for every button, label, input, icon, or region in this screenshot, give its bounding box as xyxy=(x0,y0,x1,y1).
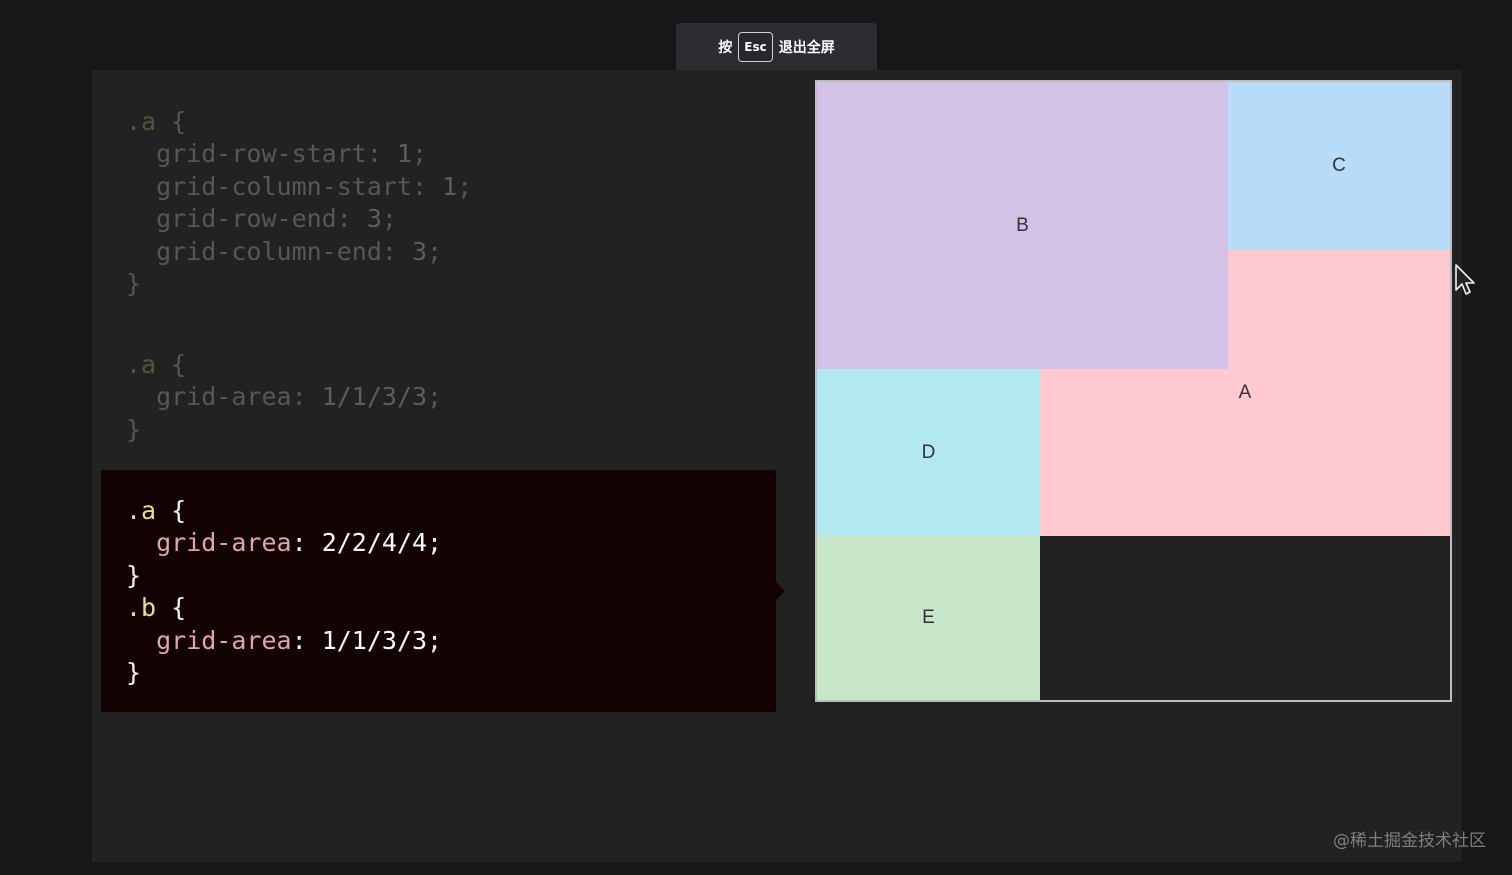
code-token: grid-column-start xyxy=(126,171,412,201)
code-token: : xyxy=(336,204,367,234)
grid-item-e: E xyxy=(817,536,1040,700)
code-token: } xyxy=(126,268,142,298)
code-line: grid-column-start: 1; xyxy=(126,171,472,203)
code-token: ; xyxy=(427,382,443,412)
code-line: } xyxy=(126,560,442,592)
slide-stage: .a { grid-row-start: 1; grid-column-star… xyxy=(92,70,1462,862)
grid-item-label: D xyxy=(921,441,936,463)
code-block-active: .a { grid-area: 2/2/4/4;} .b { grid-area:… xyxy=(126,495,442,689)
code-token: { xyxy=(156,496,187,525)
code-token: : xyxy=(366,139,397,169)
code-token: .b xyxy=(126,593,157,623)
code-line: } xyxy=(126,657,442,689)
code-token: grid-column-end xyxy=(126,236,382,266)
esc-key[interactable]: Esc xyxy=(738,32,773,62)
code-token: grid-area xyxy=(126,382,292,412)
code-token: 1 xyxy=(396,139,412,169)
code-token: .a xyxy=(126,496,157,525)
code-line: grid-area: 1/1/3/3; xyxy=(126,625,442,657)
panel-pointer xyxy=(776,582,785,600)
code-token: ; xyxy=(457,171,473,201)
code-block-longhand: .a { grid-row-start: 1; grid-column-star… xyxy=(126,106,472,300)
grid-item-d: D xyxy=(817,369,1040,536)
code-line: } xyxy=(126,268,472,300)
grid-demo: B C A D E xyxy=(815,80,1452,702)
exit-fullscreen-hint: 按 Esc 退出全屏 xyxy=(676,23,877,71)
code-token: 3 xyxy=(366,204,382,234)
grid-item-label: B xyxy=(1016,214,1029,236)
code-line: .b { xyxy=(126,592,442,624)
code-token: : xyxy=(381,236,412,266)
code-line: .a { xyxy=(126,495,442,527)
code-token: 1 xyxy=(442,171,458,201)
grid-item-c: C xyxy=(1228,82,1450,250)
hint-suffix: 退出全屏 xyxy=(778,40,835,56)
code-token: } xyxy=(126,657,142,687)
code-token: 1/1/3/3 xyxy=(321,625,428,655)
grid-item-label: E xyxy=(922,607,935,628)
code-token: ; xyxy=(427,236,443,266)
code-token: ; xyxy=(427,625,443,655)
grid-item-label: A xyxy=(1238,382,1252,403)
code-line: grid-row-start: 1; xyxy=(126,138,472,170)
grid-item-label: C xyxy=(1332,155,1346,176)
code-token: ; xyxy=(427,528,443,558)
mouse-cursor-icon xyxy=(1455,264,1475,295)
code-token: .a xyxy=(126,107,157,136)
code-line: .a { xyxy=(126,106,472,138)
code-line: grid-column-end: 3; xyxy=(126,236,472,268)
code-token: : xyxy=(291,382,322,412)
code-token: grid-row-start xyxy=(126,139,367,169)
code-token: grid-area xyxy=(126,625,292,655)
code-token: { xyxy=(156,593,187,623)
code-token: grid-area xyxy=(126,528,292,558)
code-token: : xyxy=(411,171,443,201)
code-token: { xyxy=(156,350,187,379)
code-token: grid-row-end xyxy=(126,204,337,234)
code-token: { xyxy=(156,107,187,136)
code-token: } xyxy=(126,414,142,444)
grid-item-b: B xyxy=(817,82,1228,369)
code-token: ; xyxy=(381,204,397,234)
code-token: 1/1/3/3 xyxy=(321,382,428,412)
code-token: 2/2/4/4 xyxy=(321,528,428,558)
code-token: : xyxy=(291,528,322,558)
code-line: grid-area: 2/2/4/4; xyxy=(126,527,442,559)
code-token: } xyxy=(126,560,142,590)
code-token: ; xyxy=(412,139,428,169)
code-token: : xyxy=(291,625,322,655)
code-block-grid-area: .a { grid-area: 1/1/3/3;} xyxy=(126,349,442,446)
code-token: .a xyxy=(126,350,157,379)
code-line: grid-row-end: 3; xyxy=(126,203,472,235)
code-line: .a { xyxy=(126,349,442,381)
watermark: @稀土掘金技术社区 xyxy=(1333,831,1486,851)
code-line: } xyxy=(126,414,442,446)
hint-prefix: 按 xyxy=(718,40,733,56)
code-line: grid-area: 1/1/3/3; xyxy=(126,381,442,413)
code-token: 3 xyxy=(411,236,428,266)
